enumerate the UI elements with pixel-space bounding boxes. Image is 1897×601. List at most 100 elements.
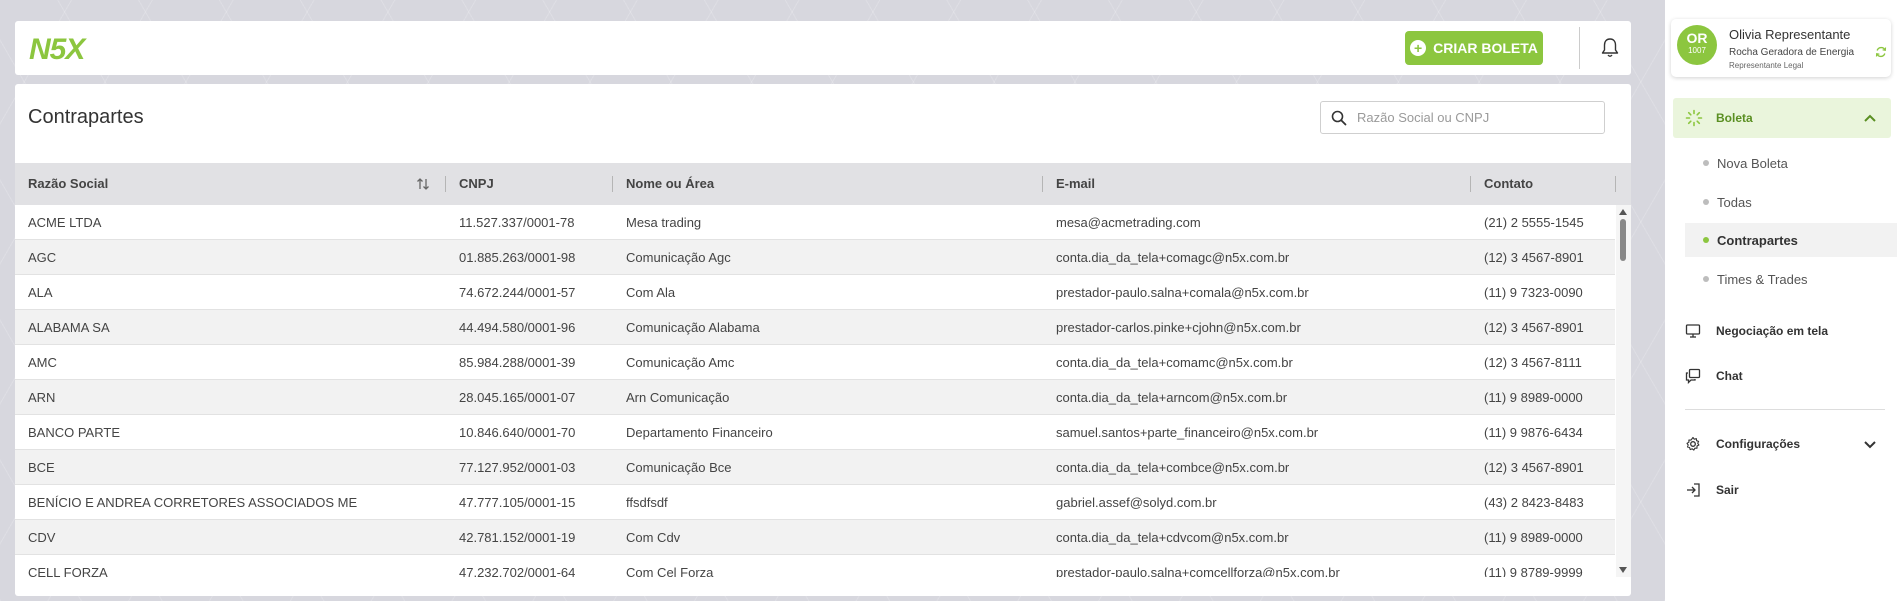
user-profile-card[interactable]: OR 1007 Olivia Representante Rocha Gerad… xyxy=(1671,19,1891,77)
table-row[interactable]: BENÍCIO E ANDREA CORRETORES ASSOCIADOS M… xyxy=(15,485,1615,520)
loader-icon xyxy=(1685,109,1703,127)
search-box[interactable] xyxy=(1320,101,1605,134)
cell-nome-area: Com Ala xyxy=(626,285,676,300)
cell-contato: (12) 3 4567-8901 xyxy=(1484,320,1584,335)
cell-email: conta.dia_da_tela+comamc@n5x.com.br xyxy=(1056,355,1293,370)
cell-email: prestador-paulo.salna+comcellforza@n5x.c… xyxy=(1056,565,1340,577)
cell-razao-social: ACME LTDA xyxy=(28,215,102,230)
refresh-icon[interactable] xyxy=(1875,46,1887,58)
sort-icon[interactable] xyxy=(415,176,431,192)
column-separator[interactable] xyxy=(445,176,446,192)
cell-email: conta.dia_da_tela+comagc@n5x.com.br xyxy=(1056,250,1290,265)
cell-cnpj: 10.846.640/0001-70 xyxy=(459,425,576,440)
table-header: Razão Social CNPJ Nome ou Área E-mail Co… xyxy=(15,163,1631,205)
column-header-nome-area[interactable]: Nome ou Área xyxy=(626,163,714,205)
cell-email: samuel.santos+parte_financeiro@n5x.com.b… xyxy=(1056,425,1319,440)
column-separator[interactable] xyxy=(1615,176,1616,192)
table-scrollbar[interactable] xyxy=(1616,205,1631,577)
column-separator[interactable] xyxy=(612,176,613,192)
plus-icon: + xyxy=(1410,40,1427,56)
top-bar: N5X + CRIAR BOLETA xyxy=(15,21,1631,75)
column-separator[interactable] xyxy=(1470,176,1471,192)
scroll-up-arrow-icon[interactable] xyxy=(1619,209,1627,215)
submenu-item-label: Contrapartes xyxy=(1717,233,1798,248)
sidebar-item-sair[interactable]: Sair xyxy=(1673,472,1891,508)
cell-nome-area: ffsdfsdf xyxy=(626,495,668,510)
bullet-dot xyxy=(1703,237,1709,243)
chevron-down-icon[interactable] xyxy=(1863,437,1877,451)
column-header-contato[interactable]: Contato xyxy=(1484,163,1533,205)
submenu-item-contrapartes[interactable]: Contrapartes xyxy=(1685,223,1897,257)
cell-razao-social: CDV xyxy=(28,530,56,545)
cell-razao-social: ALABAMA SA xyxy=(28,320,110,335)
sidebar-item-boleta[interactable]: Boleta xyxy=(1673,98,1891,138)
avatar-initials: OR xyxy=(1686,30,1708,46)
submenu-item-label: Times & Trades xyxy=(1717,272,1808,287)
submenu-item-times-trades[interactable]: Times & Trades xyxy=(1685,262,1897,296)
cell-razao-social: ARN xyxy=(28,390,56,405)
cell-nome-area: Comunicação Amc xyxy=(626,355,735,370)
scroll-down-arrow-icon[interactable] xyxy=(1619,567,1627,573)
contrapartes-panel: Contrapartes Razão Social CNPJ Nome ou Á… xyxy=(15,84,1631,596)
cell-cnpj: 47.777.105/0001-15 xyxy=(459,495,576,510)
table-row[interactable]: AMC 85.984.288/0001-39 Comunicação Amc c… xyxy=(15,345,1615,380)
table-row[interactable]: BCE 77.127.952/0001-03 Comunicação Bce c… xyxy=(15,450,1615,485)
table-body: ACME LTDA 11.527.337/0001-78 Mesa tradin… xyxy=(15,205,1615,577)
table-row[interactable]: CDV 42.781.152/0001-19 Com Cdv conta.dia… xyxy=(15,520,1615,555)
cell-cnpj: 42.781.152/0001-19 xyxy=(459,530,576,545)
bullet-dot xyxy=(1703,276,1709,282)
cell-cnpj: 74.672.244/0001-57 xyxy=(459,285,576,300)
cell-razao-social: ALA xyxy=(28,285,53,300)
table-row[interactable]: AGC 01.885.263/0001-98 Comunicação Agc c… xyxy=(15,240,1615,275)
table-row[interactable]: BANCO PARTE 10.846.640/0001-70 Departame… xyxy=(15,415,1615,450)
avatar-number: 1007 xyxy=(1688,46,1706,55)
n5x-logo[interactable]: N5X xyxy=(29,33,85,67)
create-boleta-label: CRIAR BOLETA xyxy=(1433,40,1538,56)
page-title: Contrapartes xyxy=(28,106,144,128)
cell-cnpj: 44.494.580/0001-96 xyxy=(459,320,576,335)
cell-email: conta.dia_da_tela+arncom@n5x.com.br xyxy=(1056,390,1288,405)
right-sidebar: OR 1007 Olivia Representante Rocha Gerad… xyxy=(1665,0,1897,601)
notification-bell-icon[interactable] xyxy=(1600,37,1620,59)
table-row[interactable]: ALA 74.672.244/0001-57 Com Ala prestador… xyxy=(15,275,1615,310)
cell-nome-area: Com Cel Forza xyxy=(626,565,714,577)
create-boleta-button[interactable]: + CRIAR BOLETA xyxy=(1405,31,1543,65)
table-row[interactable]: CELL FORZA 47.232.702/0001-64 Com Cel Fo… xyxy=(15,555,1615,577)
sidebar-item-chat[interactable]: Chat xyxy=(1673,358,1891,394)
divider xyxy=(1685,409,1885,410)
cell-contato: (11) 9 9876-6434 xyxy=(1484,425,1583,440)
search-icon xyxy=(1331,110,1347,125)
cell-contato: (12) 3 4567-8111 xyxy=(1484,355,1582,370)
sidebar-item-configuracoes[interactable]: Configurações xyxy=(1673,426,1891,462)
submenu-item-nova-boleta[interactable]: Nova Boleta xyxy=(1685,146,1897,180)
submenu-item-label: Nova Boleta xyxy=(1717,156,1788,171)
sidebar-item-label: Configurações xyxy=(1716,437,1801,451)
logout-icon xyxy=(1687,483,1700,497)
sidebar-item-label: Boleta xyxy=(1716,111,1753,125)
column-header-razao-social[interactable]: Razão Social xyxy=(28,163,108,205)
cell-contato: (11) 9 8989-0000 xyxy=(1484,530,1583,545)
cell-razao-social: BENÍCIO E ANDREA CORRETORES ASSOCIADOS M… xyxy=(28,495,358,510)
chevron-up-icon[interactable] xyxy=(1863,111,1877,125)
cell-razao-social: AMC xyxy=(28,355,57,370)
table-row[interactable]: ACME LTDA 11.527.337/0001-78 Mesa tradin… xyxy=(15,205,1615,240)
column-separator[interactable] xyxy=(1042,176,1043,192)
column-header-cnpj[interactable]: CNPJ xyxy=(459,163,494,205)
search-input[interactable] xyxy=(1357,110,1597,125)
cell-email: conta.dia_da_tela+combce@n5x.com.br xyxy=(1056,460,1290,475)
cell-contato: (12) 3 4567-8901 xyxy=(1484,460,1584,475)
cell-contato: (43) 2 8423-8483 xyxy=(1484,495,1584,510)
cell-nome-area: Departamento Financeiro xyxy=(626,425,773,440)
cell-contato: (11) 9 7323-0090 xyxy=(1484,285,1583,300)
monitor-icon xyxy=(1685,324,1701,338)
sidebar-item-negociacao[interactable]: Negociação em tela xyxy=(1673,313,1891,349)
cell-nome-area: Com Cdv xyxy=(626,530,681,545)
table-row[interactable]: ARN 28.045.165/0001-07 Arn Comunicação c… xyxy=(15,380,1615,415)
cell-cnpj: 85.984.288/0001-39 xyxy=(459,355,576,370)
submenu-item-todas[interactable]: Todas xyxy=(1685,185,1897,219)
table-row[interactable]: ALABAMA SA 44.494.580/0001-96 Comunicaçã… xyxy=(15,310,1615,345)
scroll-thumb[interactable] xyxy=(1620,219,1626,261)
column-header-email[interactable]: E-mail xyxy=(1056,163,1095,205)
user-role: Representante Legal xyxy=(1729,61,1804,70)
cell-nome-area: Mesa trading xyxy=(626,215,702,230)
